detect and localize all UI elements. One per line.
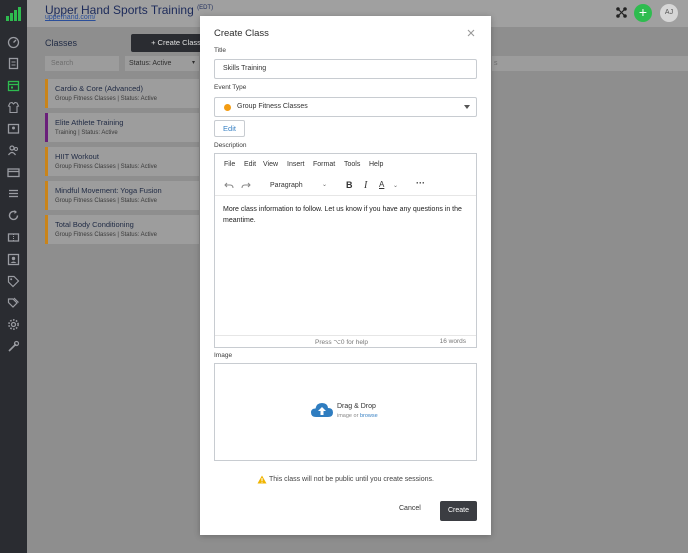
class-name: HIIT Workout <box>55 152 99 161</box>
drag-drop-title: Drag & Drop <box>337 403 376 410</box>
sitemap-icon[interactable] <box>615 6 628 19</box>
editor-help-hint: Press ⌥0 for help <box>315 339 369 346</box>
ticket-icon[interactable] <box>7 231 20 244</box>
class-list-item[interactable]: Total Body Conditioning Group Fitness Cl… <box>45 215 199 244</box>
browse-link[interactable]: browse <box>360 413 378 419</box>
class-meta: Group Fitness Classes | Status: Active <box>55 164 157 170</box>
description-label: Description <box>214 142 247 149</box>
dashboard-icon[interactable] <box>7 36 20 49</box>
drag-drop-hint: image or <box>337 413 359 419</box>
italic-icon[interactable]: I <box>364 180 367 191</box>
word-count: 16 words <box>439 338 466 345</box>
block-format-select[interactable]: Paragraph ⌄ <box>267 179 329 192</box>
users-icon[interactable] <box>7 144 20 157</box>
class-meta: Group Fitness Classes | Status: Active <box>55 232 157 238</box>
tag-icon[interactable] <box>7 275 20 288</box>
drag-drop-subtitle: image or browse <box>337 413 378 419</box>
class-list-item[interactable]: Mindful Movement: Yoga Fusion Group Fitn… <box>45 181 199 210</box>
classes-heading: Classes <box>45 38 78 48</box>
menu-file[interactable]: File <box>224 161 235 168</box>
editor-statusbar: Press ⌥0 for help 16 words <box>215 335 476 347</box>
cancel-button[interactable]: Cancel <box>399 505 421 512</box>
tools-icon[interactable] <box>7 340 20 353</box>
timezone-label: (EDT) <box>197 5 214 11</box>
credit-card-icon[interactable] <box>7 166 20 179</box>
user-avatar[interactable]: AJ <box>660 4 678 22</box>
menu-insert[interactable]: Insert <box>287 161 305 168</box>
cloud-upload-icon <box>311 403 333 417</box>
settings-gear-icon[interactable] <box>7 318 20 331</box>
editor-toolbar: Paragraph ⌄ B I A ⌄ ··· <box>215 176 476 196</box>
create-button[interactable]: Create <box>440 501 477 521</box>
editor-menubar: File Edit View Insert Format Tools Help <box>215 154 476 176</box>
chevron-down-icon: ⌄ <box>321 182 327 188</box>
profile-icon[interactable] <box>7 253 20 266</box>
chevron-down-icon[interactable]: ⌄ <box>393 182 398 189</box>
close-icon[interactable] <box>466 28 476 38</box>
class-list-item[interactable]: HIIT Workout Group Fitness Classes | Sta… <box>45 147 199 176</box>
calendar-icon[interactable] <box>7 79 20 92</box>
status-filter-select[interactable]: Status: Active ▾ <box>125 56 199 71</box>
tags-icon[interactable] <box>7 296 20 309</box>
dialog-title: Create Class <box>214 28 269 39</box>
image-label: Image <box>214 352 233 359</box>
bold-icon[interactable]: B <box>346 180 353 190</box>
detail-search-input[interactable]: s <box>492 56 688 71</box>
quick-add-button[interactable]: + <box>634 4 652 22</box>
edit-event-type-button[interactable]: Edit <box>214 120 245 137</box>
class-list-item[interactable]: Cardio & Core (Advanced) Group Fitness C… <box>45 79 199 108</box>
app-url-link[interactable]: upperhand.com/ <box>45 14 96 21</box>
upper-hand-logo-icon[interactable] <box>5 4 23 22</box>
event-type-label: Event Type <box>214 84 247 91</box>
more-icon[interactable]: ··· <box>416 178 425 188</box>
sidebar <box>0 0 27 553</box>
event-type-value: Group Fitness Classes <box>237 103 308 110</box>
menu-edit[interactable]: Edit <box>244 161 256 168</box>
contact-card-icon[interactable] <box>7 122 20 135</box>
description-editor: File Edit View Insert Format Tools Help … <box>214 153 477 348</box>
list-icon[interactable] <box>7 187 20 200</box>
title-label: Title <box>214 47 227 54</box>
refresh-icon[interactable] <box>7 209 20 222</box>
shirt-icon[interactable] <box>7 101 20 114</box>
chevron-down-icon: ▾ <box>191 60 195 66</box>
class-name: Elite Athlete Training <box>55 118 124 127</box>
menu-tools[interactable]: Tools <box>344 161 360 168</box>
menu-format[interactable]: Format <box>313 161 335 168</box>
warning-icon <box>257 475 267 484</box>
class-name: Total Body Conditioning <box>55 220 134 229</box>
class-list-item[interactable]: Elite Athlete Training Training | Status… <box>45 113 199 142</box>
description-content[interactable]: More class information to follow. Let us… <box>223 204 473 226</box>
image-dropzone[interactable]: Drag & Drop image or browse <box>214 363 477 461</box>
create-class-dialog: Create Class Title Skills Training Event… <box>200 16 491 535</box>
class-meta: Training | Status: Active <box>55 130 118 136</box>
undo-icon[interactable] <box>224 181 234 190</box>
class-meta: Group Fitness Classes | Status: Active <box>55 96 157 102</box>
class-search-input[interactable]: Search <box>45 56 119 71</box>
event-type-color-dot <box>224 104 231 111</box>
class-meta: Group Fitness Classes | Status: Active <box>55 198 157 204</box>
public-warning-text: This class will not be public until you … <box>269 476 434 483</box>
title-input[interactable]: Skills Training <box>214 59 477 79</box>
caret-down-icon <box>464 105 470 109</box>
class-name: Cardio & Core (Advanced) <box>55 84 143 93</box>
menu-view[interactable]: View <box>263 161 278 168</box>
status-filter-value: Status: Active <box>129 60 172 67</box>
event-type-select[interactable]: Group Fitness Classes <box>214 97 477 117</box>
document-icon[interactable] <box>7 57 20 70</box>
block-format-value: Paragraph <box>270 182 303 189</box>
menu-help[interactable]: Help <box>369 161 383 168</box>
redo-icon[interactable] <box>241 181 251 190</box>
text-color-icon[interactable]: A <box>379 180 384 189</box>
class-name: Mindful Movement: Yoga Fusion <box>55 186 162 195</box>
